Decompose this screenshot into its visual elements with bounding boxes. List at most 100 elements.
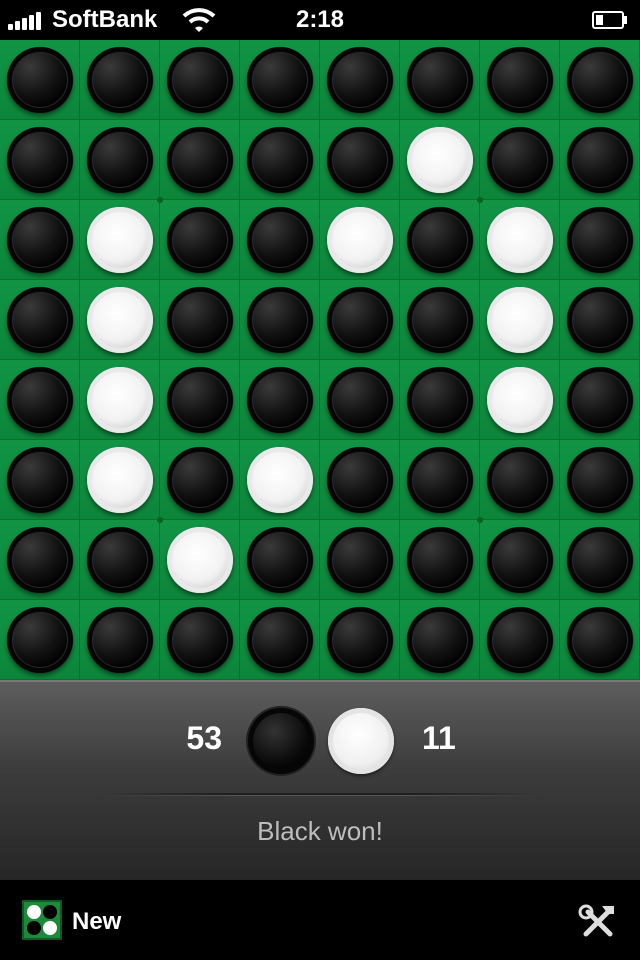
black-disc: [567, 127, 633, 193]
black-disc: [487, 447, 553, 513]
black-disc: [7, 367, 73, 433]
board-cell[interactable]: [480, 440, 560, 520]
black-disc: [327, 287, 393, 353]
black-disc: [7, 607, 73, 673]
white-disc: [407, 127, 473, 193]
black-disc: [247, 207, 313, 273]
board-cell[interactable]: [80, 520, 160, 600]
board-cell[interactable]: [160, 200, 240, 280]
board-cell[interactable]: [240, 520, 320, 600]
board-cell[interactable]: [400, 40, 480, 120]
board-cell[interactable]: [320, 200, 400, 280]
board-cell[interactable]: [400, 440, 480, 520]
board-cell[interactable]: [80, 280, 160, 360]
board-cell[interactable]: [560, 440, 640, 520]
battery-icon: [592, 11, 627, 29]
board-cell[interactable]: [480, 200, 560, 280]
black-disc: [87, 527, 153, 593]
board-cell[interactable]: [160, 40, 240, 120]
board-cell[interactable]: [0, 600, 80, 680]
black-disc: [87, 607, 153, 673]
game-board[interactable]: [0, 40, 640, 680]
board-cell[interactable]: [0, 40, 80, 120]
white-disc: [247, 447, 313, 513]
board-cell[interactable]: [160, 520, 240, 600]
board-cell[interactable]: [400, 280, 480, 360]
black-disc: [567, 47, 633, 113]
board-cell[interactable]: [80, 440, 160, 520]
board-cell[interactable]: [400, 360, 480, 440]
board-cell[interactable]: [240, 200, 320, 280]
black-score: 53: [186, 720, 222, 756]
black-disc: [567, 207, 633, 273]
board-cell[interactable]: [320, 440, 400, 520]
white-score: 11: [422, 720, 456, 756]
black-disc: [487, 47, 553, 113]
new-game-button[interactable]: New: [20, 898, 130, 942]
board-cell[interactable]: [0, 120, 80, 200]
white-disc: [87, 367, 153, 433]
board-cell[interactable]: [80, 360, 160, 440]
black-disc: [167, 367, 233, 433]
board-cell[interactable]: [560, 40, 640, 120]
black-disc: [567, 527, 633, 593]
board-cell[interactable]: [160, 120, 240, 200]
board-cell[interactable]: [240, 600, 320, 680]
board-cell[interactable]: [480, 520, 560, 600]
board-cell[interactable]: [320, 520, 400, 600]
board-cell[interactable]: [400, 520, 480, 600]
board-cell[interactable]: [320, 360, 400, 440]
board-cell[interactable]: [320, 600, 400, 680]
board-cell[interactable]: [160, 280, 240, 360]
white-disc-icon: [328, 708, 394, 774]
black-disc: [247, 607, 313, 673]
white-disc: [87, 447, 153, 513]
board-cell[interactable]: [560, 600, 640, 680]
white-disc: [487, 367, 553, 433]
board-cell[interactable]: [160, 360, 240, 440]
board-cell[interactable]: [240, 440, 320, 520]
board-cell[interactable]: [560, 280, 640, 360]
board-cell[interactable]: [560, 120, 640, 200]
black-disc: [247, 367, 313, 433]
settings-tools-icon[interactable]: [578, 902, 618, 942]
board-cell[interactable]: [400, 200, 480, 280]
board-cell[interactable]: [480, 280, 560, 360]
board-cell[interactable]: [160, 440, 240, 520]
board-cell[interactable]: [80, 200, 160, 280]
board-star-point: [157, 197, 163, 203]
board-cell[interactable]: [400, 600, 480, 680]
board-star-point: [477, 197, 483, 203]
black-disc: [407, 527, 473, 593]
board-cell[interactable]: [240, 360, 320, 440]
board-cell[interactable]: [320, 120, 400, 200]
board-cell[interactable]: [0, 360, 80, 440]
board-cell[interactable]: [480, 360, 560, 440]
board-cell[interactable]: [480, 120, 560, 200]
result-message: Black won!: [257, 816, 383, 846]
board-cell[interactable]: [560, 200, 640, 280]
board-cell[interactable]: [480, 600, 560, 680]
board-cell[interactable]: [320, 40, 400, 120]
board-cell[interactable]: [240, 40, 320, 120]
black-disc: [7, 127, 73, 193]
board-cell[interactable]: [80, 40, 160, 120]
board-cell[interactable]: [0, 200, 80, 280]
board-cell[interactable]: [80, 120, 160, 200]
board-cell[interactable]: [320, 280, 400, 360]
board-cell[interactable]: [0, 280, 80, 360]
bottom-toolbar: New: [0, 880, 640, 960]
board-cell[interactable]: [560, 520, 640, 600]
board-cell[interactable]: [80, 600, 160, 680]
board-cell[interactable]: [560, 360, 640, 440]
board-cell[interactable]: [160, 600, 240, 680]
board-cell[interactable]: [240, 280, 320, 360]
black-disc: [167, 47, 233, 113]
board-cell[interactable]: [400, 120, 480, 200]
board-cell[interactable]: [0, 440, 80, 520]
board-cell[interactable]: [240, 120, 320, 200]
black-disc: [407, 287, 473, 353]
board-cell[interactable]: [480, 40, 560, 120]
black-disc: [7, 287, 73, 353]
board-cell[interactable]: [0, 520, 80, 600]
